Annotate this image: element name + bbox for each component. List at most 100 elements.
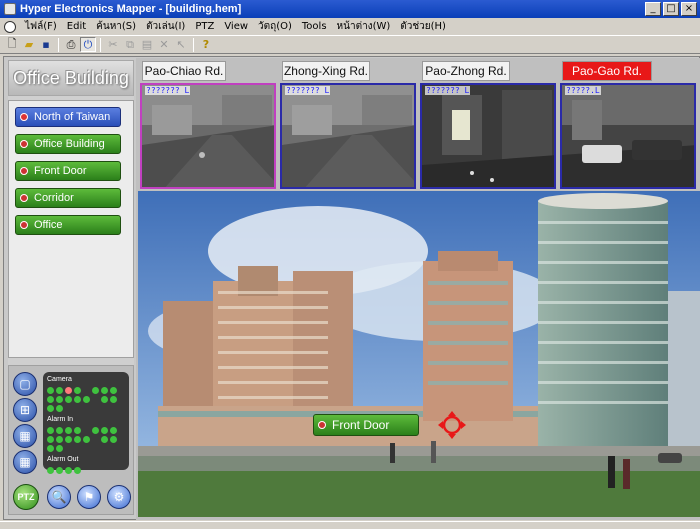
minimize-button[interactable]: _	[645, 2, 661, 16]
camera-label-pao-gao[interactable]: Pao-Gao Rd.	[562, 61, 652, 81]
save-icon[interactable]: ▪	[38, 37, 54, 52]
camera-status-label: Camera	[47, 376, 72, 383]
camera-overlay-text: ??????? L	[425, 86, 471, 95]
menu-object[interactable]: วัตถุ(O)	[253, 19, 297, 34]
nav-item-corridor[interactable]: Corridor	[15, 188, 121, 208]
nav-item-front-door[interactable]: Front Door	[15, 161, 121, 181]
toolbar: 🗋 ▰ ▪ ⎙ ⏻ ✂ ⧉ ▤ ✕ ↖ ?	[0, 36, 700, 54]
ptz-button[interactable]: PTZ	[13, 484, 39, 510]
hotspot-label: Front Door	[332, 418, 390, 432]
power-icon[interactable]: ⏻	[80, 37, 96, 52]
single-view-button[interactable]: ▢	[13, 372, 37, 396]
menu-player[interactable]: ตัวเล่น(I)	[141, 19, 190, 34]
nav-item-label: Front Door	[34, 165, 87, 177]
status-led	[74, 467, 81, 474]
status-led	[83, 396, 90, 403]
led-spacer	[92, 436, 99, 443]
led-spacer	[83, 387, 90, 394]
led-spacer	[83, 427, 90, 434]
camera-label-zhong-xing[interactable]: Zhong-Xing Rd.	[282, 61, 370, 81]
panel-title: Office Building	[8, 60, 134, 96]
copy-icon[interactable]: ⧉	[122, 37, 138, 52]
nav-item-label: North of Taiwan	[34, 111, 111, 123]
menu-tools[interactable]: Tools	[297, 21, 332, 32]
settings-icon[interactable]: ⚙	[107, 485, 131, 509]
nav-item-office-building[interactable]: Office Building	[15, 134, 121, 154]
menu-search[interactable]: ค้นหา(S)	[91, 19, 141, 34]
camera-overlay-text: ?????.L	[565, 86, 601, 95]
close-button[interactable]: ×	[681, 2, 697, 16]
menu-view[interactable]: View	[219, 21, 253, 32]
left-panel: Office Building North of Taiwan Office B…	[8, 60, 134, 515]
camera-feed-pao-gao[interactable]: ?????.L	[560, 83, 696, 189]
camera-led-grid	[47, 387, 125, 412]
status-led	[83, 436, 90, 443]
delete-icon[interactable]: ✕	[156, 37, 172, 52]
nav-item-office[interactable]: Office	[15, 215, 121, 235]
menu-file[interactable]: ไฟล์(F)	[20, 19, 62, 34]
control-area: ▢ ⊞ ▦ ▦ Camera Alarm In Alarm Out PTZ 🔍 …	[8, 365, 134, 515]
pointer-icon[interactable]: ↖	[173, 37, 189, 52]
status-led	[56, 396, 63, 403]
window-title: Hyper Electronics Mapper - [building.hem…	[20, 3, 242, 15]
camera-feed-zhong-xing[interactable]: ??????? L	[280, 83, 416, 189]
menu-edit[interactable]: Edit	[62, 21, 91, 32]
status-led	[56, 436, 63, 443]
system-menu-icon[interactable]	[4, 20, 16, 33]
status-led	[65, 467, 72, 474]
status-led	[47, 467, 54, 474]
sixteen-view-button[interactable]: ▦	[13, 450, 37, 474]
maximize-button[interactable]: □	[663, 2, 679, 16]
status-led	[65, 427, 72, 434]
menu-help[interactable]: ตัวช่วย(H)	[395, 19, 451, 34]
nine-view-button[interactable]: ▦	[13, 424, 37, 448]
camera-feed-pao-chiao[interactable]: ??????? L	[140, 83, 276, 189]
app-icon	[4, 3, 16, 15]
status-led	[47, 405, 54, 412]
arrow-icon	[20, 221, 28, 229]
status-led	[65, 387, 72, 394]
menu-bar: ไฟล์(F) Edit ค้นหา(S) ตัวเล่น(I) PTZ Vie…	[0, 18, 700, 36]
led-spacer	[92, 396, 99, 403]
status-led	[92, 427, 99, 434]
status-led	[65, 396, 72, 403]
print-icon[interactable]: ⎙	[63, 37, 79, 52]
status-led	[74, 396, 81, 403]
status-led	[47, 387, 54, 394]
camera-feed-pao-zhong[interactable]: ??????? L	[420, 83, 556, 189]
camera-marker-icon[interactable]	[438, 411, 466, 439]
camera-label-pao-zhong[interactable]: Pao-Zhong Rd.	[422, 61, 510, 81]
menu-window[interactable]: หน้าต่าง(W)	[332, 19, 396, 34]
nav-item-label: Office Building	[34, 138, 105, 150]
arrow-icon	[20, 167, 28, 175]
status-led	[47, 445, 54, 452]
search-icon[interactable]: 🔍	[47, 485, 71, 509]
status-led	[56, 405, 63, 412]
camera-overlay-text: ??????? L	[145, 86, 191, 95]
main-area: Office Building North of Taiwan Office B…	[3, 56, 700, 520]
status-led	[110, 436, 117, 443]
arrow-icon	[20, 113, 28, 121]
alarm-in-led-grid	[47, 427, 125, 452]
nav-list: North of Taiwan Office Building Front Do…	[8, 100, 134, 358]
new-file-icon[interactable]: 🗋	[4, 37, 20, 52]
alarm-out-status-label: Alarm Out	[47, 456, 79, 463]
status-led	[110, 427, 117, 434]
status-led	[56, 427, 63, 434]
help-icon[interactable]: ?	[198, 37, 214, 52]
paste-icon[interactable]: ▤	[139, 37, 155, 52]
building-scene-image	[138, 191, 700, 517]
cut-icon[interactable]: ✂	[105, 37, 121, 52]
hotspot-front-door-button[interactable]: Front Door	[313, 414, 419, 436]
status-led	[110, 387, 117, 394]
alarm-icon[interactable]: ⚑	[77, 485, 101, 509]
building-scene-map[interactable]: Front Door	[138, 191, 700, 517]
status-led	[56, 387, 63, 394]
nav-item-north-of-taiwan[interactable]: North of Taiwan	[15, 107, 121, 127]
open-folder-icon[interactable]: ▰	[21, 37, 37, 52]
status-led	[65, 436, 72, 443]
menu-ptz[interactable]: PTZ	[190, 21, 219, 32]
status-led	[74, 436, 81, 443]
camera-label-pao-chiao[interactable]: Pao-Chiao Rd.	[142, 61, 226, 81]
quad-view-button[interactable]: ⊞	[13, 398, 37, 422]
